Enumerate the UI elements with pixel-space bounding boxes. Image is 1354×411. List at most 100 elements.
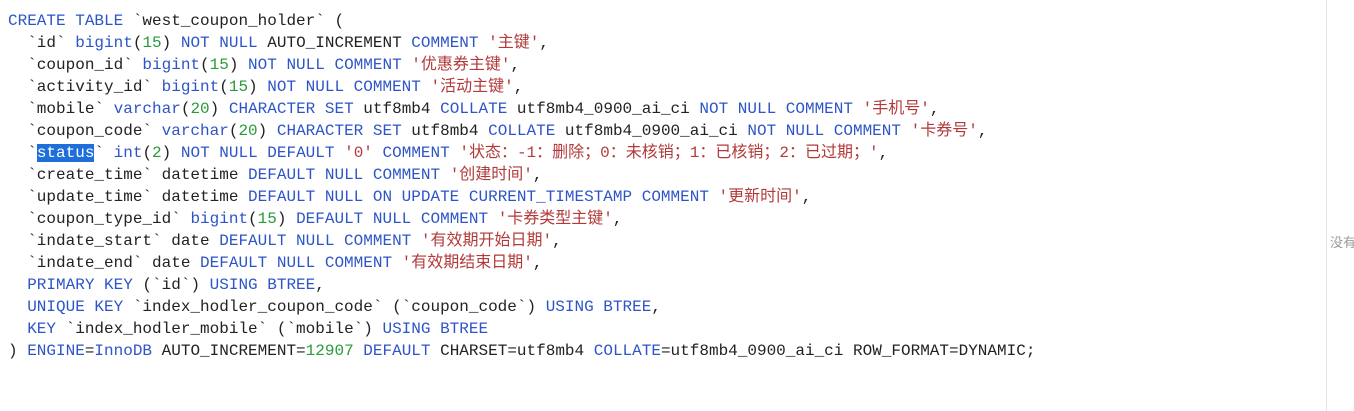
code-line[interactable]: `update_time` datetime DEFAULT NULL ON U…: [8, 186, 1035, 208]
sql-number: 2: [152, 144, 162, 162]
sql-keyword: USING BTREE: [382, 320, 489, 338]
sql-text: ,: [532, 166, 543, 184]
sql-text: `indate_start` date: [8, 232, 220, 250]
sql-keyword: CHARACTER SET: [276, 122, 402, 140]
sql-keyword: COMMENT: [411, 34, 479, 52]
sql-text: =utf8mb4_0900_ai_ci ROW_FORMAT=DYNAMIC;: [660, 342, 1036, 360]
code-line[interactable]: `status` int(2) NOT NULL DEFAULT '0' COM…: [8, 142, 1035, 164]
sql-text: CHARSET=utf8mb4: [430, 342, 594, 360]
sql-number: 15: [257, 210, 277, 228]
sql-text: (: [142, 144, 153, 162]
sql-keyword: CHARACTER SET: [228, 100, 354, 118]
sql-string: '状态：-1：删除；0：未核销；1：已核销；2：已过期；': [459, 144, 879, 162]
sql-keyword: DEFAULT NULL COMMENT: [219, 232, 412, 250]
sql-text: ,: [977, 122, 988, 140]
sql-keyword: bigint: [190, 210, 249, 228]
sql-string: '活动主键': [430, 78, 514, 96]
sql-keyword: NOT NULL COMMENT: [747, 122, 901, 140]
sql-editor[interactable]: CREATE TABLE `west_coupon_holder` ( `id`…: [0, 0, 1326, 411]
sql-text: `index_hodler_mobile` (`mobile`): [56, 320, 383, 338]
code-line[interactable]: `indate_start` date DEFAULT NULL COMMENT…: [8, 230, 1035, 252]
sql-keyword: NOT NULL DEFAULT: [180, 144, 335, 162]
code-line[interactable]: `create_time` datetime DEFAULT NULL COMM…: [8, 164, 1035, 186]
sql-keyword: CREATE TABLE: [8, 12, 124, 30]
code-line[interactable]: `indate_end` date DEFAULT NULL COMMENT '…: [8, 252, 1035, 274]
sql-keyword: UNIQUE KEY: [27, 298, 124, 316]
sql-text: `create_time` datetime: [8, 166, 249, 184]
sql-text: (: [180, 100, 191, 118]
sql-text: ,: [651, 298, 661, 316]
sql-text: =: [84, 342, 95, 360]
sql-string: '卡券号': [910, 122, 978, 140]
selected-text: status: [36, 144, 95, 162]
sql-text: (`id`): [132, 276, 210, 294]
sql-keyword: NOT NULL COMMENT: [248, 56, 402, 74]
sql-keyword: COLLATE: [593, 342, 661, 360]
code-line[interactable]: `mobile` varchar(20) CHARACTER SET utf8m…: [8, 98, 1035, 120]
sql-text: ): [248, 78, 268, 96]
code-line[interactable]: KEY `index_hodler_mobile` (`mobile`) USI…: [8, 318, 1035, 340]
code-line[interactable]: `activity_id` bigint(15) NOT NULL COMMEN…: [8, 76, 1035, 98]
sql-keyword: int: [113, 144, 143, 162]
sql-text: `id`: [8, 34, 76, 52]
code-line[interactable]: ) ENGINE=InnoDB AUTO_INCREMENT=12907 DEF…: [8, 340, 1035, 362]
sql-string: '卡券类型主键': [497, 210, 613, 228]
sql-text: `coupon_type_id`: [8, 210, 191, 228]
code-line[interactable]: `coupon_type_id` bigint(15) DEFAULT NULL…: [8, 208, 1035, 230]
sql-number: 20: [238, 122, 258, 140]
sql-keyword: PRIMARY KEY: [27, 276, 133, 294]
sql-text: `: [94, 144, 114, 162]
sql-text: ): [161, 34, 181, 52]
sql-keyword: bigint: [142, 56, 201, 74]
sql-text: ,: [513, 78, 524, 96]
sql-text: ,: [532, 254, 543, 272]
sql-text: ): [209, 100, 229, 118]
code-line[interactable]: PRIMARY KEY (`id`) USING BTREE,: [8, 274, 1035, 296]
sql-keyword: varchar: [161, 122, 229, 140]
code-line[interactable]: CREATE TABLE `west_coupon_holder` (: [8, 10, 1035, 32]
sql-text: `: [8, 144, 37, 162]
sql-keyword: DEFAULT NULL COMMENT: [200, 254, 393, 272]
code-line[interactable]: `coupon_id` bigint(15) NOT NULL COMMENT …: [8, 54, 1035, 76]
code-line[interactable]: `id` bigint(15) NOT NULL AUTO_INCREMENT …: [8, 32, 1035, 54]
sql-text: ,: [510, 56, 521, 74]
sql-text: ): [257, 122, 277, 140]
sql-keyword: ENGINE: [27, 342, 85, 360]
sql-string: '手机号': [862, 100, 930, 118]
sql-text: ): [276, 210, 297, 228]
sql-text: (: [132, 34, 143, 52]
sql-text: ): [228, 56, 249, 74]
sql-keyword: COMMENT: [382, 144, 450, 162]
code-line[interactable]: UNIQUE KEY `index_hodler_coupon_code` (`…: [8, 296, 1035, 318]
sql-keyword: USING BTREE: [209, 276, 316, 294]
sql-text: `coupon_code`: [8, 122, 162, 140]
sql-string: '主键': [488, 34, 540, 52]
sql-keyword: KEY: [27, 320, 57, 338]
sql-text: utf8mb4: [401, 122, 489, 140]
right-side-panel: 没有: [1326, 0, 1354, 411]
sql-string: '更新时间': [718, 188, 802, 206]
sql-keyword: bigint: [75, 34, 133, 52]
sql-keyword: NOT NULL: [180, 34, 258, 52]
sql-number: 15: [209, 56, 229, 74]
sql-text: (: [228, 122, 239, 140]
sql-text: ,: [878, 144, 889, 162]
sql-string: '优惠券主键': [411, 56, 511, 74]
sql-code-area[interactable]: CREATE TABLE `west_coupon_holder` ( `id`…: [8, 10, 1035, 362]
sql-string: '有效期开始日期': [420, 232, 553, 250]
sql-keyword: DEFAULT NULL ON UPDATE CURRENT_TIMESTAMP…: [248, 188, 709, 206]
sql-keyword: varchar: [113, 100, 181, 118]
sql-text: (: [219, 78, 229, 96]
sql-text: ,: [929, 100, 940, 118]
sql-text: `mobile`: [8, 100, 114, 118]
sql-text: ): [8, 342, 28, 360]
sql-text: `indate_end` date: [8, 254, 201, 272]
code-line[interactable]: `coupon_code` varchar(20) CHARACTER SET …: [8, 120, 1035, 142]
